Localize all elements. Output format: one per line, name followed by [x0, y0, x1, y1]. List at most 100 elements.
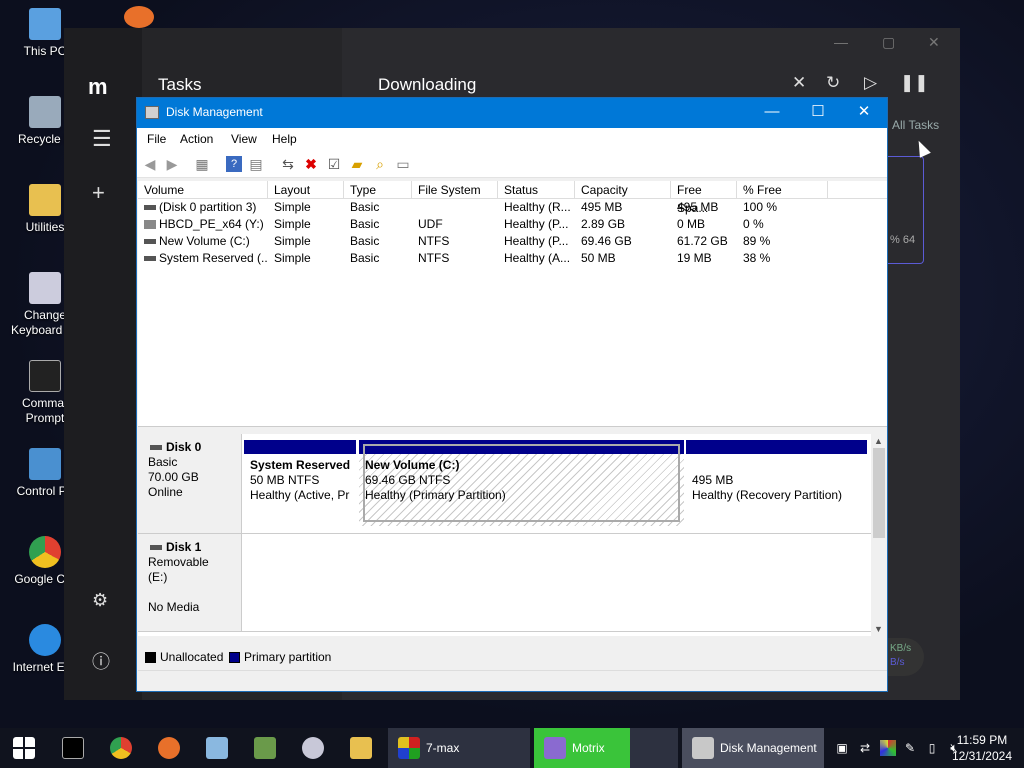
edit-tray-icon[interactable]: ✎: [902, 740, 918, 756]
all-tasks-link[interactable]: All Tasks: [892, 118, 939, 132]
menu-help[interactable]: Help: [272, 132, 297, 146]
column-capacity[interactable]: Capacity: [575, 181, 671, 199]
clock-time: 11:59 PM: [956, 733, 1008, 747]
minimize-icon[interactable]: —: [834, 34, 848, 50]
color-tray-icon[interactable]: [880, 740, 896, 756]
partition-new-volume[interactable]: New Volume (C:) 69.46 GB NTFS Healthy (P…: [359, 440, 684, 526]
clock-date: 12/31/2024: [951, 749, 1012, 763]
disk-graph-view: Disk 0 Basic 70.00 GB Online System Rese…: [138, 434, 887, 636]
partition-system-reserved[interactable]: System Reserved 50 MB NTFS Healthy (Acti…: [244, 440, 356, 526]
settings-icon[interactable]: ▭: [395, 156, 411, 172]
column-free-space[interactable]: Free Spa...: [671, 181, 737, 215]
table-row[interactable]: (Disk 0 partition 3) Simple Basic Health…: [138, 199, 887, 216]
column-status[interactable]: Status: [498, 181, 575, 199]
table-row[interactable]: HBCD_PE_x64 (Y:) Simple Basic UDF Health…: [138, 216, 887, 233]
taskbar-app-motrix[interactable]: Motrix: [534, 728, 678, 768]
column-volume[interactable]: Volume: [138, 181, 268, 199]
start-icon[interactable]: [13, 737, 35, 759]
scroll-down-icon[interactable]: ▼: [874, 624, 883, 634]
task-card[interactable]: [886, 156, 924, 264]
vertical-scrollbar[interactable]: ▲ ▼: [871, 434, 887, 636]
cell-free-space: 61.72 GB: [677, 234, 728, 248]
chart-app-icon[interactable]: [254, 737, 276, 759]
connect-icon[interactable]: ⇆: [280, 156, 296, 172]
cell-free-space: 495 MB: [677, 200, 719, 214]
partition-recovery[interactable]: 495 MB Healthy (Recovery Partition): [686, 440, 867, 526]
column-file-system[interactable]: File System: [412, 181, 498, 199]
delete-icon[interactable]: ✖: [303, 156, 319, 172]
menu-bar: File Action View Help: [137, 128, 887, 150]
title-bar[interactable]: Disk Management — ☐ ✕: [137, 98, 887, 128]
cell-capacity: 495 MB: [581, 200, 623, 214]
cell-layout: Simple: [274, 234, 311, 248]
close-icon[interactable]: ✕: [928, 34, 940, 51]
scroll-up-icon[interactable]: ▲: [874, 436, 883, 446]
firefox-desktop-icon[interactable]: [124, 6, 154, 28]
forward-icon[interactable]: ▶: [164, 156, 180, 172]
maximize-button[interactable]: ☐: [795, 102, 841, 124]
taskbar-app-label: Disk Management: [720, 741, 817, 755]
minimize-button[interactable]: —: [749, 102, 795, 124]
cell-status: Healthy (A...: [504, 251, 571, 265]
firefox-icon[interactable]: [158, 737, 180, 759]
column-layout[interactable]: Layout: [268, 181, 344, 199]
connection-tray-icon[interactable]: ⇄: [857, 740, 873, 756]
status-bar: [138, 670, 887, 690]
file-explorer-icon[interactable]: [350, 737, 372, 759]
cell-file-system: UDF: [418, 217, 443, 231]
disk-1-info[interactable]: Disk 1 Removable (E:) No Media: [138, 534, 242, 631]
column-percent-free[interactable]: % Free: [737, 181, 828, 199]
help-icon[interactable]: ?: [226, 156, 242, 172]
cell-volume: New Volume (C:): [159, 234, 250, 248]
speed-value: B/s: [890, 657, 905, 668]
show-hide-console-tree-icon[interactable]: ▦: [194, 156, 210, 172]
chrome-icon[interactable]: [110, 737, 132, 759]
refresh-icon[interactable]: ↻: [826, 73, 840, 93]
add-task-icon[interactable]: +: [92, 180, 105, 206]
partition-title: System Reserved: [250, 458, 351, 472]
scrollbar-thumb[interactable]: [873, 448, 885, 538]
cell-capacity: 69.46 GB: [581, 234, 632, 248]
network-tray-icon[interactable]: ▣: [834, 740, 850, 756]
disk-type: Basic: [148, 455, 178, 469]
volume-icon: [144, 239, 156, 244]
motrix-tasks-title: Tasks: [158, 75, 202, 94]
pause-icon[interactable]: ❚❚: [900, 73, 929, 93]
column-type[interactable]: Type: [344, 181, 412, 199]
table-row[interactable]: New Volume (C:) Simple Basic NTFS Health…: [138, 233, 887, 250]
menu-file[interactable]: File: [147, 132, 166, 146]
recycle-bin-icon: [29, 96, 61, 128]
check-icon[interactable]: ☑: [326, 156, 342, 172]
taskbar-app-7-max[interactable]: 7-max: [388, 728, 530, 768]
close-button[interactable]: ✕: [841, 102, 887, 124]
motrix-list-title: Downloading: [378, 75, 477, 94]
paint-icon[interactable]: [302, 737, 324, 759]
resume-icon[interactable]: ▷: [864, 73, 877, 93]
notepad-icon[interactable]: [206, 737, 228, 759]
primary-swatch: [229, 652, 240, 663]
clock[interactable]: 11:59 PM 12/31/2024: [952, 732, 1012, 764]
properties-icon[interactable]: ▤: [248, 156, 264, 172]
disk-0-info[interactable]: Disk 0 Basic 70.00 GB Online: [138, 434, 242, 533]
help-icon[interactable]: ⓘ: [92, 648, 110, 674]
preferences-icon[interactable]: ⚙: [92, 590, 108, 611]
cell-type: Basic: [350, 217, 380, 231]
delete-icon[interactable]: ✕: [792, 73, 806, 93]
battery-tray-icon[interactable]: ▯: [924, 740, 940, 756]
cell-capacity: 2.89 GB: [581, 217, 626, 231]
taskbar: 7-max Motrix Disk Management ▣ ⇄ ✎ ▯ 🔇︎ …: [0, 728, 1024, 768]
taskbar-app-disk-management[interactable]: Disk Management: [682, 728, 824, 768]
table-row[interactable]: System Reserved (... Simple Basic NTFS H…: [138, 250, 887, 267]
cell-percent-free: 89 %: [743, 234, 771, 248]
menu-action[interactable]: Action: [180, 132, 213, 146]
menu-view[interactable]: View: [231, 132, 257, 146]
command-prompt-icon[interactable]: [62, 737, 84, 759]
search-icon[interactable]: ⌕: [372, 156, 388, 172]
partition-size: 50 MB NTFS: [250, 473, 320, 487]
menu-icon[interactable]: ☰: [92, 126, 112, 152]
folder-open-icon[interactable]: ▰: [349, 156, 365, 172]
partition-status: Healthy (Active, Pr: [250, 488, 350, 502]
maximize-icon[interactable]: ▢: [882, 34, 895, 51]
cell-status: Healthy (P...: [504, 217, 569, 231]
back-icon[interactable]: ◀: [142, 156, 158, 172]
